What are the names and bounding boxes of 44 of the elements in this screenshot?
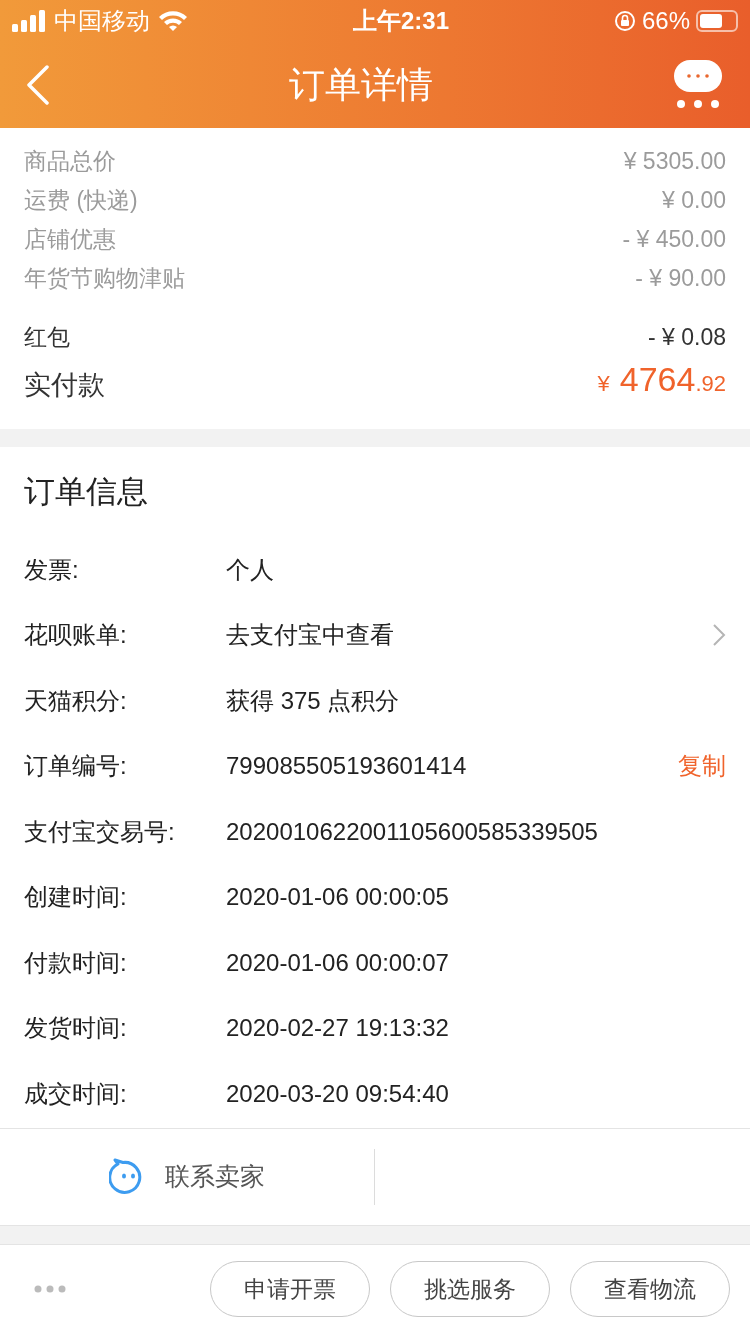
- price-value: - ¥ 0.08: [648, 323, 726, 353]
- info-value: 799085505193601414: [226, 751, 468, 782]
- battery-icon: [696, 10, 738, 32]
- price-value: ¥ 0.00: [662, 186, 726, 216]
- total-amount: ¥ 4764.92: [597, 359, 726, 400]
- section-title: 订单信息: [23, 473, 149, 511]
- wifi-icon: [158, 10, 188, 32]
- info-value: 2020010622001105600585339505: [226, 816, 599, 847]
- page-title: 订单详情: [289, 63, 433, 107]
- price-value: - ¥ 450.00: [622, 225, 726, 255]
- info-label: 花呗账单:: [24, 620, 128, 651]
- info-value: 个人: [226, 554, 275, 585]
- price-label: 商品总价: [24, 147, 116, 177]
- price-label: 运费 (快递): [24, 186, 138, 216]
- info-value[interactable]: 去支付宝中查看: [226, 617, 712, 654]
- info-label: 发票:: [24, 554, 80, 585]
- more-messages-icon[interactable]: [672, 60, 724, 110]
- price-label: 店铺优惠: [24, 225, 116, 255]
- info-label: 创建时间:: [24, 882, 128, 913]
- info-label: 付款时间:: [24, 947, 128, 978]
- back-icon[interactable]: [26, 65, 50, 105]
- price-label: 红包: [24, 323, 70, 353]
- battery-percent: 66%: [641, 6, 690, 36]
- info-label: 支付宝交易号:: [24, 816, 176, 847]
- carrier-name: 中国移动: [54, 6, 150, 36]
- info-label: 成交时间:: [24, 1078, 128, 1109]
- info-label: 天猫积分:: [24, 685, 128, 716]
- info-value: 2020-03-20 09:54:40: [226, 1078, 450, 1109]
- contact-seller-button[interactable]: 联系卖家: [0, 1148, 375, 1205]
- status-time: 上午2:31: [352, 6, 449, 36]
- price-value: - ¥ 90.00: [635, 264, 726, 294]
- info-value: 2020-01-06 00:00:05: [226, 882, 450, 913]
- signal-icon: [12, 10, 46, 32]
- info-value: 2020-01-06 00:00:07: [226, 947, 450, 978]
- info-value: 获得 375 点积分: [226, 685, 401, 716]
- info-label: 发货时间:: [24, 1013, 128, 1044]
- info-label: 订单编号:: [24, 751, 128, 782]
- total-label: 实付款: [24, 368, 105, 402]
- info-value: 2020-02-27 19:13:32: [226, 1013, 450, 1044]
- more-icon[interactable]: [34, 1285, 66, 1294]
- price-label: 年货节购物津贴: [24, 264, 185, 294]
- rotation-lock-icon: [613, 10, 636, 32]
- price-value: ¥ 5305.00: [623, 147, 726, 177]
- chevron-right-icon: [712, 623, 726, 648]
